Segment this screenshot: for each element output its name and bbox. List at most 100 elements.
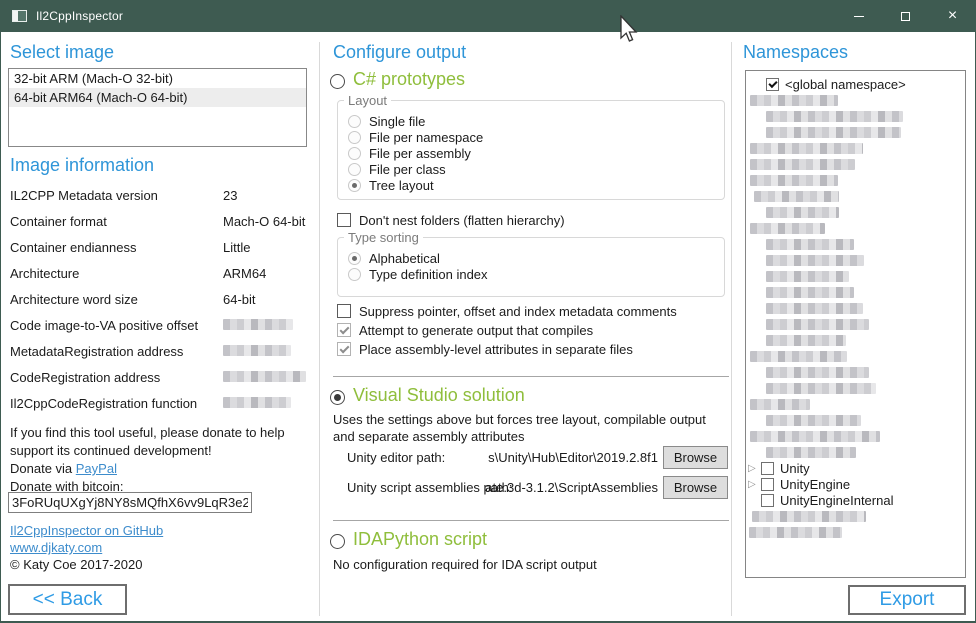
info-row: Container endiannessLittle (10, 240, 312, 266)
close-button[interactable]: × (929, 0, 976, 32)
namespace-row[interactable]: ▷ (746, 140, 965, 156)
namespace-row[interactable]: ▷ (746, 92, 965, 108)
window-title: Il2CppInspector (36, 9, 123, 23)
browse-script-path-button[interactable]: Browse (663, 476, 728, 499)
donate-via-text: Donate via (10, 461, 76, 476)
namespace-row[interactable]: ▷UnityEngineInternal (746, 492, 965, 508)
namespace-checkbox[interactable] (766, 78, 779, 91)
image-info-table: IL2CPP Metadata version23 Container form… (10, 188, 312, 422)
website-link[interactable]: www.djkaty.com (10, 540, 102, 555)
unity-script-path-value[interactable]: ate.3d-3.1.2\ScriptAssemblies (430, 480, 658, 495)
option-checkbox-row[interactable]: Attempt to generate output that compiles (337, 322, 593, 338)
back-button[interactable]: << Back (8, 584, 127, 615)
namespace-row[interactable]: ▷ (746, 524, 965, 540)
flatten-checkbox[interactable] (337, 213, 351, 227)
image-list-item[interactable]: 32-bit ARM (Mach-O 32-bit) (9, 69, 306, 88)
image-information-title: Image information (10, 155, 154, 176)
section-divider-1 (333, 376, 729, 377)
namespace-checkbox[interactable] (761, 462, 774, 475)
layout-option: Tree layout (348, 177, 716, 193)
redacted-value (223, 371, 306, 382)
redacted-namespace (750, 431, 880, 442)
csharp-prototypes-label[interactable]: C# prototypes (353, 69, 465, 90)
section-divider-2 (333, 520, 729, 521)
idapython-description: No configuration required for IDA script… (333, 556, 729, 573)
namespace-row[interactable]: ▷ (746, 300, 965, 316)
idapython-radio[interactable] (330, 534, 345, 549)
close-icon: × (948, 8, 957, 24)
csharp-prototypes-radio[interactable] (330, 74, 345, 89)
namespace-row[interactable]: ▷ (746, 380, 965, 396)
visual-studio-radio[interactable] (330, 390, 345, 405)
redacted-namespace (750, 223, 825, 234)
namespaces-title: Namespaces (743, 42, 848, 63)
unity-editor-path-value[interactable]: s\Unity\Hub\Editor\2019.2.8f1 (430, 450, 658, 465)
namespace-row[interactable]: ▷ (746, 428, 965, 444)
namespace-row[interactable]: ▷ (746, 236, 965, 252)
namespace-row[interactable]: ▷ (746, 252, 965, 268)
minimize-icon (854, 16, 864, 17)
namespace-row[interactable]: ▷ (746, 188, 965, 204)
browse-editor-path-button[interactable]: Browse (663, 446, 728, 469)
layout-option: File per namespace (348, 129, 716, 145)
idapython-label[interactable]: IDAPython script (353, 529, 487, 550)
visual-studio-label[interactable]: Visual Studio solution (353, 385, 525, 406)
redacted-namespace (752, 511, 866, 522)
info-row: CodeRegistration address (10, 370, 312, 396)
namespace-row[interactable]: ▷Unity (746, 460, 965, 476)
namespace-row[interactable]: ▷ (746, 108, 965, 124)
redacted-value (223, 397, 291, 408)
option-checkbox-row[interactable]: Place assembly-level attributes in separ… (337, 341, 633, 357)
radio-icon (348, 147, 361, 160)
namespace-row[interactable]: ▷ (746, 268, 965, 284)
paypal-link[interactable]: PayPal (76, 461, 117, 476)
namespace-row[interactable]: ▷ (746, 316, 965, 332)
select-image-title: Select image (10, 42, 114, 63)
expander-icon[interactable]: ▷ (748, 463, 761, 474)
info-label: Architecture (10, 266, 223, 281)
flatten-checkbox-label: Don't nest folders (flatten hierarchy) (359, 213, 565, 228)
expander-icon[interactable]: ▷ (748, 479, 761, 490)
namespace-row[interactable]: ▷ (746, 444, 965, 460)
namespace-row[interactable]: ▷ (746, 204, 965, 220)
info-label: IL2CPP Metadata version (10, 188, 223, 203)
option-checkbox-row[interactable]: Suppress pointer, offset and index metad… (337, 303, 677, 319)
namespace-row[interactable]: ▷ (746, 124, 965, 140)
namespace-row[interactable]: ▷ (746, 284, 965, 300)
namespace-row[interactable]: ▷ (746, 412, 965, 428)
info-value: 23 (223, 188, 237, 203)
minimize-button[interactable] (835, 0, 882, 32)
namespace-row[interactable]: ▷ (746, 508, 965, 524)
namespace-label: UnityEngine (780, 477, 850, 492)
donate-block: If you find this tool useful, please don… (10, 424, 316, 496)
namespace-row[interactable]: ▷ (746, 156, 965, 172)
namespace-row[interactable]: ▷ (746, 332, 965, 348)
info-row: Container formatMach-O 64-bit (10, 214, 312, 240)
app-icon (12, 10, 27, 22)
option-checkbox-label: Place assembly-level attributes in separ… (359, 342, 633, 357)
namespace-row[interactable]: ▷ UnityEngine (746, 476, 965, 492)
namespace-row[interactable]: ▷ (746, 396, 965, 412)
image-list: 32-bit ARM (Mach-O 32-bit)64-bit ARM64 (… (8, 68, 307, 147)
namespace-row[interactable]: ▷ (746, 172, 965, 188)
visual-studio-description: Uses the settings above but forces tree … (333, 411, 729, 445)
maximize-icon (901, 12, 910, 21)
namespace-label: UnityEngineInternal (780, 493, 893, 508)
namespace-row[interactable]: ▷ (746, 348, 965, 364)
redacted-namespace (766, 287, 854, 298)
info-label: Container format (10, 214, 223, 229)
bitcoin-address-input[interactable] (8, 492, 252, 513)
namespace-row[interactable]: ▷ (746, 364, 965, 380)
flatten-checkbox-row[interactable]: Don't nest folders (flatten hierarchy) (337, 212, 565, 228)
export-button[interactable]: Export (848, 585, 966, 615)
namespace-row[interactable]: ▷ (746, 220, 965, 236)
github-link-line: Il2CppInspector on GitHub (10, 523, 163, 538)
namespace-row[interactable]: ▷<global namespace> (746, 76, 965, 92)
namespace-checkbox[interactable] (761, 494, 774, 507)
namespace-checkbox[interactable] (761, 478, 774, 491)
image-list-item[interactable]: 64-bit ARM64 (Mach-O 64-bit) (9, 88, 306, 107)
info-label: MetadataRegistration address (10, 344, 223, 359)
github-link[interactable]: Il2CppInspector on GitHub (10, 523, 163, 538)
maximize-button[interactable] (882, 0, 929, 32)
redacted-namespace (754, 191, 839, 202)
